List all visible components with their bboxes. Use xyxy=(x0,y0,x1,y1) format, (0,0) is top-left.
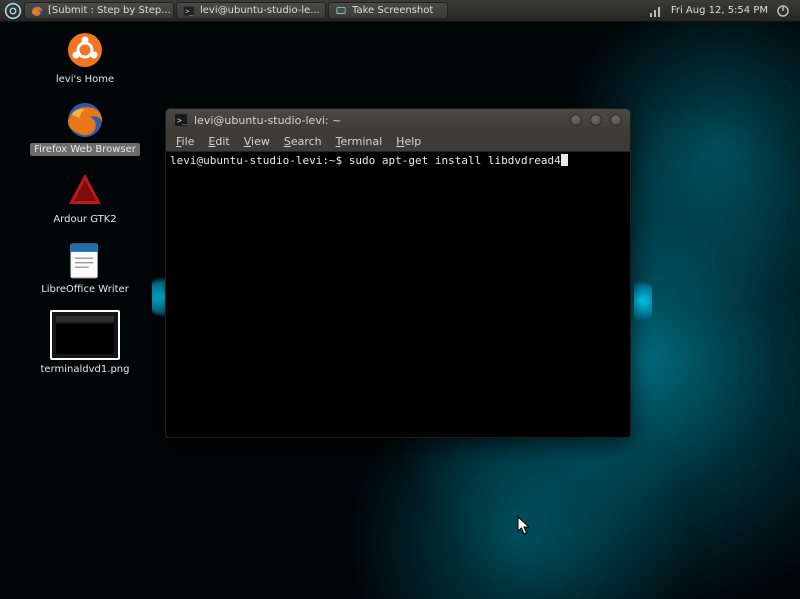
taskbar-item-label: Take Screenshot xyxy=(352,5,433,16)
menu-file[interactable]: File xyxy=(176,135,194,148)
close-button[interactable] xyxy=(610,114,622,126)
text-cursor xyxy=(561,154,568,166)
taskbar-item-terminal[interactable]: >_ levi@ubuntu-studio-le... xyxy=(176,2,326,19)
top-panel: [Submit : Step by Step... >_ levi@ubuntu… xyxy=(0,0,800,22)
menu-view[interactable]: View xyxy=(244,135,270,148)
panel-right: Fri Aug 12, 5:54 PM xyxy=(649,4,800,18)
terminal-icon: >_ xyxy=(183,5,195,17)
desktop-icon-writer[interactable]: LibreOffice Writer xyxy=(20,240,150,296)
home-folder-icon xyxy=(65,30,105,70)
maximize-button[interactable] xyxy=(590,114,602,126)
menu-terminal[interactable]: Terminal xyxy=(336,135,383,148)
taskbar-item-label: [Submit : Step by Step... xyxy=(48,5,171,16)
taskbar-item-label: levi@ubuntu-studio-le... xyxy=(200,5,320,16)
menu-search[interactable]: Search xyxy=(284,135,322,148)
desktop-icon-label: LibreOffice Writer xyxy=(38,283,132,296)
taskbar-item-screenshot[interactable]: Take Screenshot xyxy=(328,2,448,19)
screenshot-icon xyxy=(335,5,347,17)
terminal-body[interactable]: levi@ubuntu-studio-levi:~$ sudo apt-get … xyxy=(166,151,630,437)
shutdown-icon[interactable] xyxy=(776,4,790,18)
window-controls xyxy=(570,114,622,126)
terminal-window[interactable]: >_ levi@ubuntu-studio-levi: ~ File Edit … xyxy=(165,108,631,438)
desktop-icons: levi's Home Firefox Web Browser Ardour G… xyxy=(20,30,150,376)
svg-text:>_: >_ xyxy=(185,7,194,15)
ubuntu-studio-logo-icon xyxy=(4,2,22,20)
clock[interactable]: Fri Aug 12, 5:54 PM xyxy=(671,5,768,16)
window-title: levi@ubuntu-studio-levi: ~ xyxy=(194,114,564,127)
ardour-icon xyxy=(65,170,105,210)
taskbar-item-browser[interactable]: [Submit : Step by Step... xyxy=(24,2,174,19)
terminal-prompt: levi@ubuntu-studio-levi:~$ xyxy=(170,154,349,167)
desktop-icon-screenshot-file[interactable]: terminaldvd1.png xyxy=(20,310,150,376)
network-icon[interactable] xyxy=(649,4,663,18)
svg-text:>_: >_ xyxy=(177,116,187,125)
terminal-command: sudo apt-get install libdvdread4 xyxy=(349,154,561,167)
image-thumbnail-icon xyxy=(50,310,120,360)
terminal-icon: >_ xyxy=(174,113,188,127)
main-menu-button[interactable] xyxy=(4,2,22,20)
desktop-icon-ardour[interactable]: Ardour GTK2 xyxy=(20,170,150,226)
desktop-icon-firefox[interactable]: Firefox Web Browser xyxy=(20,100,150,156)
firefox-icon xyxy=(65,100,105,140)
desktop-icon-home[interactable]: levi's Home xyxy=(20,30,150,86)
desktop-icon-label: Firefox Web Browser xyxy=(30,143,140,156)
libreoffice-writer-icon xyxy=(65,240,105,280)
desktop-icon-label: Ardour GTK2 xyxy=(50,213,119,226)
firefox-icon xyxy=(31,5,43,17)
minimize-button[interactable] xyxy=(570,114,582,126)
window-titlebar[interactable]: >_ levi@ubuntu-studio-levi: ~ xyxy=(166,109,630,131)
mouse-pointer-icon xyxy=(517,516,531,536)
panel-left: [Submit : Step by Step... >_ levi@ubuntu… xyxy=(0,2,649,20)
desktop-icon-label: levi's Home xyxy=(53,73,117,86)
desktop-icon-label: terminaldvd1.png xyxy=(38,363,133,376)
menu-edit[interactable]: Edit xyxy=(208,135,229,148)
dock-indicator-right xyxy=(634,278,652,324)
menubar: File Edit View Search Terminal Help xyxy=(166,131,630,151)
menu-help[interactable]: Help xyxy=(396,135,421,148)
